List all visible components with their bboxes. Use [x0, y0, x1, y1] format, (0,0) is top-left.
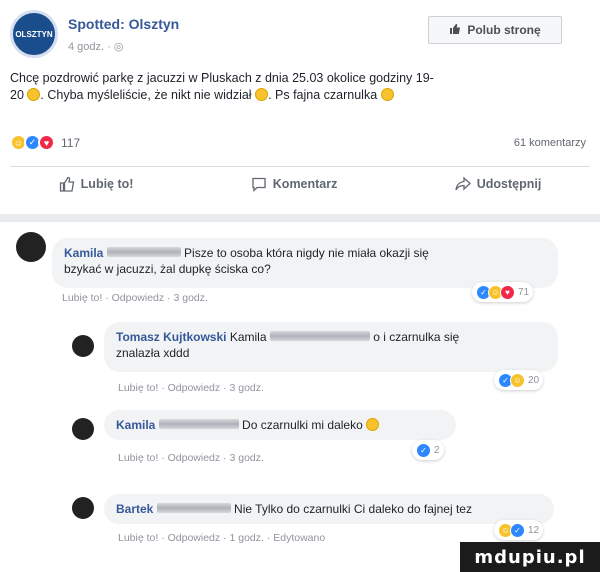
commenter-avatar[interactable] — [72, 335, 94, 357]
redacted-name — [156, 503, 231, 513]
like-reaction-icon: ✓ — [510, 522, 525, 538]
emoji-icon — [255, 88, 269, 101]
section-separator — [0, 214, 600, 222]
divider — [10, 166, 590, 167]
comment-text: Pisze to osoba która nigdy nie miała oka… — [184, 246, 429, 260]
share-label: Udostępnij — [476, 177, 542, 191]
page-name-link[interactable]: Spotted: Olsztyn — [68, 16, 179, 32]
watermark-logo: mdupiu.pl — [460, 542, 600, 572]
redacted-name — [106, 247, 181, 257]
comment-bubble: Kamila Do czarnulki mi daleko — [104, 410, 456, 440]
post-meta: 4 godz. · ◎ — [68, 40, 124, 53]
commenter-avatar[interactable] — [72, 497, 94, 519]
reaction-count: 20 — [528, 374, 540, 386]
comment-text: Nie Tylko do czarnulki Ci daleko do fajn… — [234, 502, 472, 516]
thumbs-up-icon — [449, 23, 461, 38]
comment-line: Kamila Pisze to osoba która nigdy nie mi… — [64, 245, 546, 261]
action-bar: Lubię to! Komentarz Udostępnij — [0, 176, 600, 192]
comment-bubble: Kamila Pisze to osoba która nigdy nie mi… — [52, 238, 558, 288]
emoji-icon — [380, 88, 394, 101]
comment-bubble: Bartek Nie Tylko do czarnulki Ci daleko … — [104, 494, 554, 524]
like-button[interactable]: Lubię to! — [59, 176, 134, 192]
post-time[interactable]: 4 godz. — [68, 41, 104, 53]
comment-author[interactable]: Kamila — [116, 418, 155, 432]
globe-icon: ◎ — [113, 41, 124, 53]
reaction-count: 2 — [434, 444, 440, 456]
post-text: Chcę pozdrowić parkę z jacuzzi w Pluskac… — [10, 70, 590, 104]
comment-bubble: Tomasz Kujtkowski Kamila o i czarnulka s… — [104, 322, 558, 372]
comment-mention[interactable]: Kamila — [230, 330, 267, 344]
post-text-line-2: 20 . Chyba myśleliście, że nikt nie widz… — [10, 87, 590, 104]
reaction-count: 71 — [518, 286, 530, 298]
like-label: Lubię to! — [80, 177, 134, 191]
comment-meta[interactable]: Lubię to! · Odpowiedz · 3 godz. — [118, 382, 264, 394]
comment-icon — [252, 177, 266, 192]
comment-reactions[interactable]: ✓ ☺ 20 — [494, 370, 544, 390]
comment-author[interactable]: Kamila — [64, 246, 103, 260]
emoji-icon — [27, 88, 41, 101]
reaction-count: 117 — [61, 135, 81, 150]
comment-meta[interactable]: Lubię to! · Odpowiedz · 3 godz. — [62, 292, 208, 304]
comment-author[interactable]: Bartek — [116, 502, 153, 516]
like-page-button[interactable]: Polub stronę — [428, 16, 562, 44]
love-reaction-icon: ♥ — [500, 284, 515, 300]
redacted-name — [269, 331, 370, 341]
reaction-count: 12 — [528, 524, 540, 536]
thumbs-up-icon — [59, 176, 74, 192]
comment-text: Do czarnulki mi daleko — [242, 418, 363, 432]
comment-text: znalazła xddd — [116, 346, 190, 360]
avatar-logo-text: OLSZTYN — [15, 29, 53, 39]
post-text-line-1: Chcę pozdrowić parkę z jacuzzi w Pluskac… — [10, 71, 434, 85]
haha-reaction-icon: ☺ — [510, 372, 525, 388]
comment-meta[interactable]: Lubię to! · Odpowiedz · 3 godz. — [118, 452, 264, 464]
reactions-summary[interactable]: ☺ ✓ ♥ 117 — [10, 134, 80, 151]
commenter-avatar[interactable] — [16, 232, 46, 262]
like-page-label: Polub stronę — [467, 23, 541, 37]
comment-button[interactable]: Komentarz — [251, 176, 338, 192]
comment-reactions[interactable]: ✓ 2 — [412, 440, 444, 460]
share-button[interactable]: Udostępnij — [455, 176, 542, 192]
page-avatar[interactable]: OLSZTYN — [10, 10, 58, 58]
comment-meta[interactable]: Lubię to! · Odpowiedz · 1 godz. · Edytow… — [118, 532, 325, 544]
emoji-icon — [366, 418, 380, 431]
post-card: OLSZTYN Spotted: Olsztyn 4 godz. · ◎ Pol… — [0, 0, 600, 216]
comment-line: Tomasz Kujtkowski Kamila o i czarnulka s… — [116, 329, 546, 345]
comment-author[interactable]: Tomasz Kujtkowski — [116, 330, 226, 344]
comment-reactions[interactable]: ✓ ☺ ♥ 71 — [472, 282, 534, 302]
comment-label: Komentarz — [272, 177, 338, 191]
redacted-name — [158, 419, 239, 429]
comment-reactions[interactable]: ☺ ✓ 12 — [494, 520, 544, 540]
dot-separator: · — [107, 41, 114, 53]
share-icon — [455, 176, 471, 191]
commenter-avatar[interactable] — [72, 418, 94, 440]
comment-count[interactable]: 61 komentarzy — [514, 137, 586, 149]
comment-text: bzykać w jacuzzi, żal dupkę ściska co? — [64, 262, 271, 276]
love-reaction-icon: ♥ — [38, 134, 55, 151]
like-reaction-icon: ✓ — [416, 442, 431, 458]
comment-text: o i czarnulka się — [373, 330, 460, 344]
